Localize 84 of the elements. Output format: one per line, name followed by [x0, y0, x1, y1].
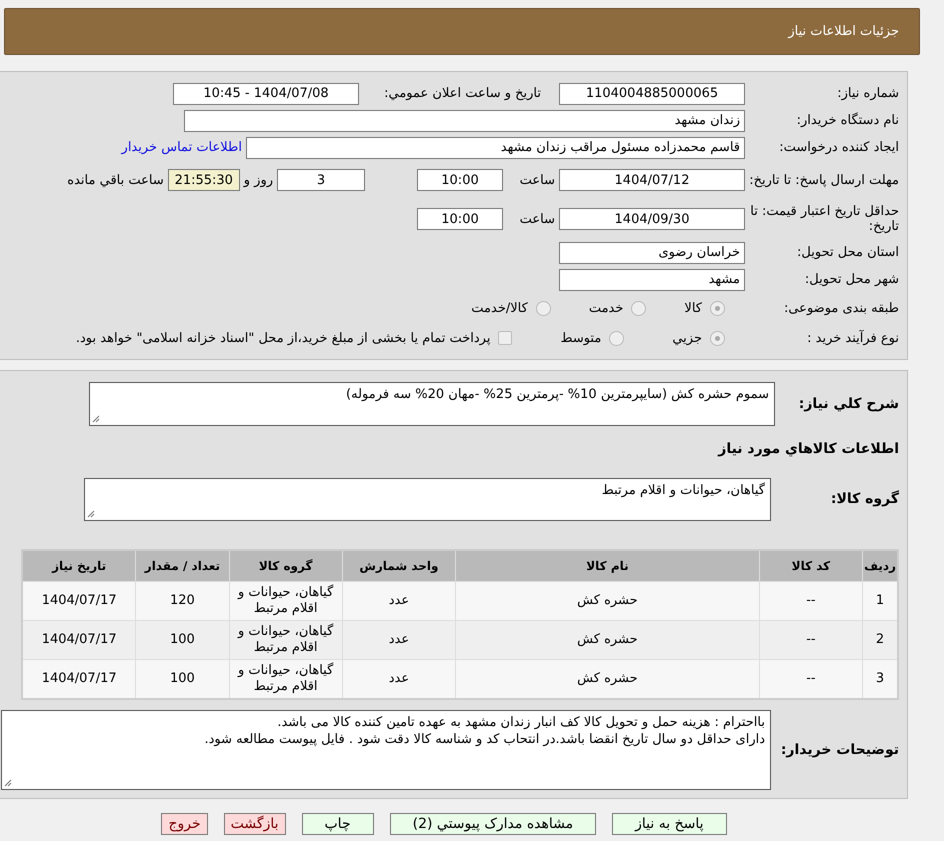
- section-heading: اطلاعات کالاهاي مورد نیاز: [716, 442, 899, 456]
- radio-button[interactable]: [710, 330, 725, 346]
- resize-grip-icon: [4, 779, 12, 787]
- days-label: روز و: [244, 172, 273, 188]
- table-cell: عدد: [342, 582, 456, 620]
- field-label: استان محل تحویل:: [796, 245, 899, 260]
- action-button[interactable]: بازگشت: [224, 813, 286, 835]
- action-button[interactable]: چاپ: [302, 813, 374, 835]
- need-number-field: 1104004885000065: [559, 82, 745, 104]
- column-header: ردیف: [862, 550, 898, 582]
- field-label: طبقه بندی موضوعی:: [782, 300, 899, 316]
- column-header: نام کالا: [456, 550, 760, 582]
- buyer-org-field: زندان مشهد: [184, 110, 745, 132]
- table-cell: 100: [136, 620, 230, 660]
- radio-label: خدمت: [588, 300, 624, 316]
- field-label: تاريخ و ساعت اعلان عمومي:: [383, 86, 541, 101]
- action-button[interactable]: پاسخ به نیاز: [612, 813, 727, 835]
- table-cell: 3: [862, 660, 898, 699]
- table-cell: --: [759, 660, 863, 699]
- table-cell: عدد: [342, 660, 456, 699]
- table-cell: --: [759, 620, 863, 660]
- checkbox-label: پرداخت تمام یا بخشی از مبلغ خرید،از محل "اسناد خزانه اسلامی" خواهد بود.: [76, 330, 490, 346]
- column-header: تعداد / مقدار: [136, 550, 230, 582]
- field-label: ایجاد کننده درخواست:: [778, 140, 899, 155]
- radio-label: کالا/خدمت: [471, 300, 528, 316]
- table-cell: 1404/07/17: [22, 620, 136, 660]
- province-field: خراسان رضوی: [559, 242, 745, 264]
- contact-link[interactable]: اطلاعات تماس خریدار: [122, 140, 242, 155]
- notes-line: بااحترام : هزینه حمل و تحویل کالا کف انبار زندان مشهد به عهده تامین کننده کالا می باشد.: [276, 714, 765, 731]
- column-header: کد کالا: [759, 550, 863, 582]
- radio-button[interactable]: [710, 300, 725, 316]
- table-cell: گیاهان، حیوانات و اقلام مرتبط: [229, 620, 342, 660]
- table-cell: 1404/07/17: [22, 582, 136, 620]
- resize-grip-icon: [92, 415, 100, 423]
- announce-date-field: 1404/07/08 - 10:45: [173, 82, 359, 104]
- field-label: نوع فرآیند خرید :: [806, 330, 899, 346]
- action-button[interactable]: مشاهده مدارک پیوستي (2): [390, 813, 596, 835]
- field-label: توضیحات خریدار:: [780, 742, 899, 758]
- column-header: تاريخ نیاز: [22, 550, 136, 582]
- checkbox[interactable]: [498, 331, 512, 345]
- table-cell: حشره کش: [456, 660, 760, 699]
- date-field: 1404/09/30: [559, 208, 745, 230]
- field-label: مهلت ارسال پاسخ: تا تاریخ:: [749, 172, 899, 188]
- table-cell: حشره کش: [456, 582, 760, 620]
- city-field: مشهد: [559, 268, 745, 290]
- field-label: شهر محل تحویل:: [804, 272, 899, 287]
- radio-button[interactable]: [536, 300, 551, 316]
- table-cell: حشره کش: [456, 620, 760, 660]
- action-button[interactable]: خروج: [161, 813, 208, 835]
- field-label: حداقل تاريخ اعتبار قيمت: تا تاريخ:: [749, 204, 899, 234]
- table-cell: عدد: [342, 620, 456, 660]
- time-field: 10:00: [417, 208, 503, 230]
- field-label: ساعت: [518, 172, 555, 188]
- date-field: 1404/07/12: [559, 169, 745, 191]
- table-cell: 100: [136, 660, 230, 699]
- page-header: جزئیات اطلاعات نیاز: [4, 8, 920, 55]
- remaining-time-field: 21:55:30: [168, 169, 240, 191]
- remaining-label: ساعت باقي مانده: [67, 172, 164, 188]
- time-field: 10:00: [417, 169, 503, 191]
- radio-button[interactable]: [631, 300, 646, 316]
- table-cell: 1: [862, 582, 898, 620]
- resize-grip-icon: [87, 510, 95, 518]
- days-field: 3: [277, 169, 365, 191]
- field-label: شرح کلي نیاز:: [798, 396, 899, 412]
- radio-label: متوسط: [560, 330, 602, 346]
- table-cell: --: [759, 582, 863, 620]
- notes-line: دارای حداقل دو سال تاریخ انقضا باشد.در انتحاب کد و شناسه کالا دقت شود . فایل پیوست مطالعه شود.: [203, 731, 765, 748]
- field-label: ساعت: [518, 212, 555, 226]
- field-label: نام دستگاه خريدار:: [796, 113, 899, 128]
- table-cell: 120: [136, 582, 230, 620]
- radio-button[interactable]: [609, 330, 624, 346]
- field-label: گروه کالا:: [830, 492, 899, 506]
- description-field: سموم حشره کش (سایپرمترین 10% -پرمترین 25% -مهان 20% سه فرموله): [89, 382, 775, 426]
- requester-field: قاسم محمدزاده مسئول مراقب زندان مشهد: [246, 136, 745, 158]
- column-header: گروه کالا: [229, 550, 342, 582]
- field-label: شماره نیاز:: [836, 86, 899, 101]
- radio-label: کالا: [684, 300, 702, 316]
- column-header: واحد شمارش: [342, 550, 456, 582]
- table-cell: 2: [862, 620, 898, 660]
- table-cell: 1404/07/17: [22, 660, 136, 699]
- radio-label: جزيي: [672, 330, 702, 346]
- table-cell: گیاهان، حیوانات و اقلام مرتبط: [229, 582, 342, 620]
- table-cell: گیاهان، حیوانات و اقلام مرتبط: [229, 660, 342, 699]
- goods-group-field: گیاهان، حیوانات و اقلام مرتبط: [84, 478, 771, 520]
